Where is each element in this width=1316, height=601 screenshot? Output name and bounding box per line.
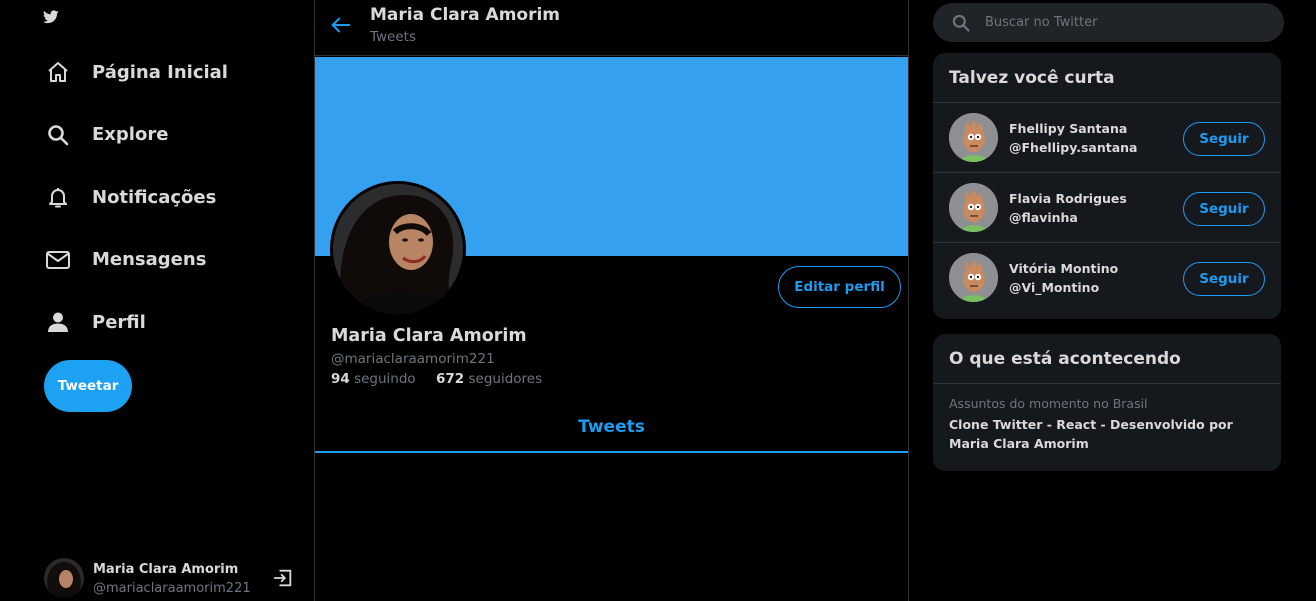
twitter-bird-icon[interactable] (43, 10, 59, 24)
nav-item-explore[interactable]: Explore (44, 115, 228, 155)
profile-handle: @mariaclaraamorim221 (331, 351, 495, 367)
following-count: 94 (331, 371, 350, 387)
profile-avatar[interactable] (330, 181, 466, 317)
avatar[interactable] (949, 183, 998, 232)
arrow-left-icon[interactable] (330, 14, 352, 36)
account-switcher[interactable]: Maria Clara Amorim @mariaclaraamorim221 (44, 558, 299, 600)
nav-label-messages: Mensagens (92, 249, 207, 270)
page-title: Maria Clara Amorim (370, 5, 561, 25)
tab-tweets[interactable]: Tweets (315, 402, 908, 453)
nav-item-profile[interactable]: Perfil (44, 302, 228, 342)
nav-label-home: Página Inicial (92, 61, 228, 83)
nav-item-messages[interactable]: Mensagens (44, 240, 228, 280)
followers-label: seguidores (468, 371, 543, 387)
who-to-follow-panel: Talvez você curta Fhellipy Santana @Fhel… (933, 53, 1281, 319)
mail-icon (44, 246, 72, 274)
account-name: Maria Clara Amorim (93, 562, 239, 577)
following-stat[interactable]: 94 seguindo (331, 371, 416, 387)
followers-stat[interactable]: 672 seguidores (436, 371, 542, 387)
avatar[interactable] (949, 113, 998, 162)
nav-item-notifications[interactable]: Notificações (44, 177, 228, 217)
nav-item-home[interactable]: Página Inicial (44, 52, 228, 92)
follow-suggestion[interactable]: Fhellipy Santana @Fhellipy.santana Segui… (933, 103, 1281, 173)
left-sidebar: Página Inicial Explore Notificações Mens… (0, 0, 315, 601)
profile-header: Maria Clara Amorim Tweets (315, 0, 908, 56)
home-icon (44, 58, 72, 86)
edit-profile-button[interactable]: Editar perfil (778, 266, 901, 308)
tab-tweets-label: Tweets (578, 416, 645, 437)
trend-category: Assuntos do momento no Brasil (949, 396, 1148, 411)
follow-stats: 94 seguindo 672 seguidores (331, 371, 558, 387)
page-subtitle: Tweets (370, 29, 416, 45)
trend-item[interactable]: Assuntos do momento no Brasil Clone Twit… (933, 384, 1281, 453)
suggestion-handle: @Fhellipy.santana (1009, 140, 1138, 155)
bell-icon (44, 183, 72, 211)
nav-label-explore: Explore (92, 124, 169, 145)
follow-suggestion[interactable]: Flavia Rodrigues @flavinha Seguir (933, 173, 1281, 243)
follow-button[interactable]: Seguir (1183, 262, 1265, 296)
profile-column: Maria Clara Amorim Tweets Editar perfil … (314, 0, 909, 601)
follow-suggestion[interactable]: Vitória Montino @Vi_Montino Seguir (933, 243, 1281, 313)
trend-topic: Clone Twitter - React - Desenvolvido por… (949, 417, 1233, 451)
nav-label-notifications: Notificações (92, 186, 217, 208)
tweet-button[interactable]: Tweetar (44, 360, 132, 412)
search-input[interactable] (985, 3, 1265, 42)
suggestion-handle: @Vi_Montino (1009, 280, 1100, 295)
suggestion-name: Flavia Rodrigues (1009, 191, 1127, 206)
suggestion-handle: @flavinha (1009, 210, 1078, 225)
search-box[interactable] (933, 3, 1284, 42)
follow-button[interactable]: Seguir (1183, 122, 1265, 156)
suggestion-name: Vitória Montino (1009, 261, 1119, 276)
person-icon (44, 308, 72, 336)
account-handle: @mariaclaraamorim221 (93, 581, 251, 596)
avatar[interactable] (44, 558, 84, 598)
who-to-follow-title: Talvez você curta (933, 53, 1281, 103)
avatar[interactable] (949, 253, 998, 302)
main-nav: Página Inicial Explore Notificações Mens… (44, 52, 228, 365)
profile-name: Maria Clara Amorim (331, 326, 527, 346)
following-label: seguindo (354, 371, 416, 387)
search-icon (44, 121, 72, 149)
logout-icon[interactable] (272, 567, 294, 589)
followers-count: 672 (436, 371, 465, 387)
trends-panel: O que está acontecendo Assuntos do momen… (933, 334, 1281, 471)
nav-label-profile: Perfil (92, 311, 146, 333)
follow-button[interactable]: Seguir (1183, 192, 1265, 226)
suggestion-name: Fhellipy Santana (1009, 121, 1128, 136)
trends-title: O que está acontecendo (933, 334, 1281, 384)
search-icon (952, 14, 970, 32)
